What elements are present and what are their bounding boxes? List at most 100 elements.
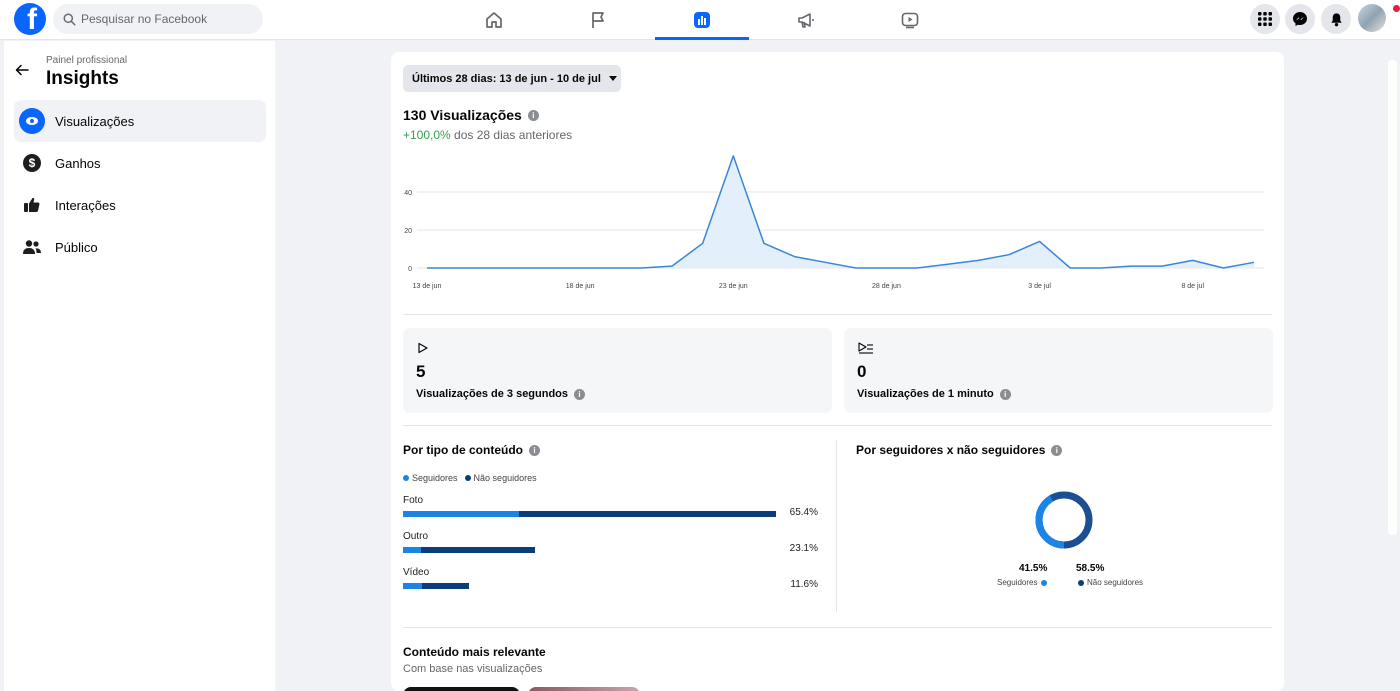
sidebar-item-label: Público — [55, 239, 98, 255]
sidebar-title: Insights — [46, 68, 119, 89]
tab-ads[interactable] — [759, 0, 853, 40]
insights-card: Últimos 28 dias: 13 de jun - 10 de jul 1… — [391, 52, 1284, 691]
info-icon[interactable]: i — [574, 388, 586, 400]
svg-text:$: $ — [29, 156, 36, 170]
play-icon — [418, 342, 428, 354]
people-icon — [19, 234, 45, 260]
bar-foto — [403, 511, 776, 517]
content-type-title: Por tipo de conteúdo i — [403, 443, 540, 457]
views-change-value: +100,0% — [403, 128, 451, 142]
followers-donut — [1035, 491, 1093, 549]
bar-label: Foto — [403, 495, 424, 506]
x-tick-label: 18 de jun — [566, 283, 595, 290]
legend-dot-followers — [403, 475, 409, 481]
info-icon[interactable]: i — [529, 444, 540, 456]
followers-label-text: Seguidores — [997, 578, 1038, 587]
content-thumbnail[interactable] — [528, 687, 640, 691]
content-type-legend: Seguidores Não seguidores — [403, 473, 537, 483]
insights-icon — [694, 12, 710, 28]
sidebar: Painel profissional Insights Visualizaçõ… — [4, 41, 275, 691]
tab-pages[interactable] — [551, 0, 645, 40]
divider — [403, 314, 1272, 315]
sidebar-item-visualizacoes[interactable]: Visualizações — [14, 100, 266, 142]
sidebar-item-publico[interactable]: Público — [14, 226, 266, 268]
stat-label: Visualizações de 3 segundos i — [416, 388, 586, 400]
info-icon[interactable]: i — [527, 109, 539, 121]
views-title: 130 Visualizações i — [403, 107, 539, 123]
search-input[interactable] — [81, 12, 251, 26]
stat-label-text: Visualizações de 1 minuto — [857, 388, 994, 400]
followers-dot — [1041, 579, 1048, 586]
bar-segment-followers — [403, 583, 422, 589]
followers-title-text: Por seguidores x não seguidores — [856, 443, 1046, 457]
menu-button[interactable] — [1250, 4, 1280, 34]
tab-insights[interactable] — [655, 0, 749, 40]
video-icon — [901, 12, 919, 29]
x-tick-label: 3 de jul — [1028, 283, 1051, 290]
x-tick-label: 13 de jun — [413, 283, 442, 290]
tab-video[interactable] — [863, 0, 957, 40]
views-chart: 0 20 40 13 de jun 18 de jun 23 de jun 28 de ju… — [404, 155, 1264, 290]
legend-label-non-followers: Não seguidores — [473, 473, 537, 483]
messenger-button[interactable] — [1285, 4, 1315, 34]
facebook-logo[interactable]: f — [14, 3, 46, 35]
bar-percent: 11.6% — [790, 579, 818, 590]
facebook-logo-letter: f — [27, 3, 37, 35]
home-icon — [486, 12, 502, 28]
scrollbar-thumb[interactable] — [1388, 60, 1397, 535]
bar-percent: 65.4% — [789, 507, 818, 518]
sidebar-item-ganhos[interactable]: $ Ganhos — [14, 142, 266, 184]
relevant-content-title: Conteúdo mais relevante — [403, 645, 546, 659]
caret-down-icon — [608, 76, 617, 81]
divider — [403, 627, 1272, 628]
sidebar-item-interacoes[interactable]: Interações — [14, 184, 266, 226]
followers-pct: 41.5% — [1019, 563, 1048, 574]
thumbs-up-icon — [19, 192, 45, 218]
y-tick-label: 40 — [404, 190, 412, 197]
bar-segment-non-followers — [518, 511, 776, 517]
vertical-divider — [836, 440, 837, 612]
info-icon[interactable]: i — [1051, 444, 1063, 456]
series-line — [427, 155, 1255, 269]
bar-segment-followers — [403, 547, 422, 553]
y-tick-label: 20 — [404, 228, 412, 235]
bar-segment-non-followers — [421, 547, 535, 553]
non-followers-dot — [1078, 579, 1084, 586]
sidebar-item-label: Ganhos — [55, 155, 101, 171]
stat-label: Visualizações de 1 minuto i — [857, 388, 1011, 400]
bell-icon — [1330, 12, 1342, 26]
tab-home[interactable] — [447, 0, 541, 40]
content-thumbnail[interactable] — [403, 687, 520, 691]
legend-label-followers: Seguidores — [412, 473, 458, 483]
views-change-suffix: dos 28 dias anteriores — [450, 128, 573, 142]
notification-dot — [1393, 5, 1400, 12]
divider — [403, 425, 1272, 426]
stat-value: 5 — [416, 362, 426, 381]
bar-vídeo — [403, 583, 470, 589]
search-icon — [63, 12, 76, 26]
bar-outro — [403, 547, 535, 553]
dollar-icon: $ — [19, 150, 45, 176]
stat-card-3s: 5 Visualizações de 3 segundos i — [403, 328, 832, 413]
bar-segment-followers — [403, 511, 519, 517]
sidebar-item-label: Interações — [55, 197, 116, 213]
megaphone-icon — [798, 13, 814, 28]
non-followers-pct: 58.5% — [1076, 563, 1105, 574]
search-box[interactable] — [53, 4, 263, 34]
date-range-dropdown[interactable]: Últimos 28 dias: 13 de jun - 10 de jul — [403, 65, 621, 92]
stat-label-text: Visualizações de 3 segundos — [416, 388, 569, 400]
info-icon[interactable]: i — [999, 388, 1011, 400]
x-tick-label: 23 de jun — [719, 283, 748, 290]
sidebar-kicker: Painel profissional — [46, 55, 128, 66]
followers-title: Por seguidores x não seguidores i — [856, 443, 1063, 457]
stat-value: 0 — [857, 362, 867, 381]
avatar[interactable] — [1358, 4, 1386, 32]
x-tick-label: 8 de jul — [1181, 283, 1204, 290]
bar-label: Outro — [403, 531, 429, 542]
notifications-button[interactable] — [1321, 4, 1351, 34]
non-followers-label-text: Não seguidores — [1087, 578, 1144, 587]
sidebar-item-label: Visualizações — [55, 113, 135, 129]
relevant-content-subtitle: Com base nas visualizações — [403, 663, 543, 675]
back-arrow-icon[interactable] — [15, 63, 29, 77]
bar-percent: 23.1% — [789, 543, 818, 554]
